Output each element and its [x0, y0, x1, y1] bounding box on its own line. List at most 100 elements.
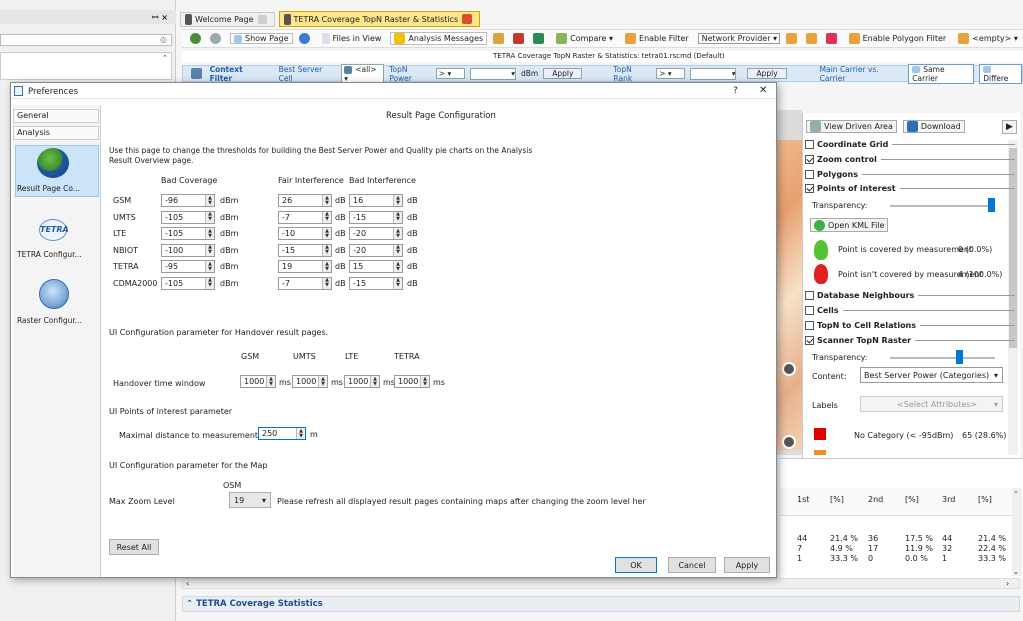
topn-rank-input[interactable]: ▾ [690, 67, 737, 80]
bad-interference-stepper[interactable]: -15 ▲ ▼ [349, 210, 403, 224]
stepper-arrows-icon[interactable]: ▲ ▼ [322, 277, 331, 289]
zoom-control-section[interactable]: Zoom control [805, 153, 1015, 166]
same-carrier-button[interactable]: Same Carrier [908, 63, 975, 84]
stepper-arrows-icon[interactable]: ▲ ▼ [322, 244, 331, 256]
stepper-arrows-icon[interactable]: ▲ ▼ [322, 261, 331, 272]
polygons-checkbox[interactable] [805, 170, 814, 179]
stepper-arrows-icon[interactable]: ▲ ▼ [318, 376, 327, 387]
poi-distance-stepper[interactable]: 250 ▲ ▼ [258, 427, 306, 440]
nav-general[interactable]: General [13, 109, 99, 123]
scroll-left-icon[interactable]: ‹ [186, 579, 189, 588]
nav-tetra-config-label[interactable]: TETRA Configur... [17, 250, 82, 259]
download-button[interactable]: Download [902, 120, 965, 133]
stepper-arrows-icon[interactable]: ▲ ▼ [205, 228, 214, 239]
files-in-view-button[interactable]: Files in View [319, 33, 385, 44]
apply2-button[interactable]: Apply [747, 68, 787, 79]
panel-expand-button[interactable]: ▶ [1002, 120, 1017, 134]
left-dock-field-icon[interactable]: ◎ [160, 35, 167, 44]
bad-interference-stepper[interactable]: -15 ▲ ▼ [349, 276, 403, 290]
zoom-control-checkbox[interactable] [805, 155, 814, 164]
help-button[interactable]: ? [733, 86, 738, 96]
ok-button[interactable]: OK [615, 557, 657, 573]
close-button[interactable]: ✕ [759, 85, 767, 96]
poi-checkbox[interactable] [805, 184, 814, 193]
transparency-slider-track[interactable] [890, 205, 995, 207]
stepper-arrows-icon[interactable]: ▲ ▼ [205, 261, 214, 272]
db-neighbours-checkbox[interactable] [805, 291, 814, 300]
horizontal-scrollbar[interactable] [182, 578, 1020, 589]
handover-stepper[interactable]: 1000 ▲ ▼ [394, 375, 430, 388]
scroll-up-icon[interactable]: ⌃ [162, 54, 168, 62]
stepper-arrows-icon[interactable]: ▲ ▼ [322, 211, 331, 223]
excel-icon[interactable] [533, 33, 545, 44]
transparency-slider-thumb[interactable] [988, 198, 995, 212]
bad-interference-stepper[interactable]: -20 ▲ ▼ [349, 243, 403, 257]
stepper-arrows-icon[interactable]: ▲ ▼ [322, 228, 331, 239]
scroll-right-icon[interactable]: › [1006, 579, 1009, 588]
left-dock-close[interactable]: ꟷ × [152, 12, 168, 23]
network-provider-select[interactable]: Network Provider ▾ [697, 33, 780, 44]
topn-power-op[interactable]: > ▾ [435, 68, 465, 79]
transparency2-slider-track[interactable] [890, 357, 995, 359]
bad-coverage-stepper[interactable]: -95 ▲ ▼ [161, 260, 215, 273]
apply-button[interactable]: Apply [724, 557, 770, 573]
stepper-arrows-icon[interactable]: ▲ ▼ [393, 195, 402, 206]
tab-tetra-coverage[interactable]: TETRA Coverage TopN Raster & Statistics [278, 11, 481, 27]
fair-interference-stepper[interactable]: -10 ▲ ▼ [278, 227, 332, 240]
transparency2-slider-thumb[interactable] [956, 350, 963, 364]
show-page-button[interactable]: Show Page [230, 33, 293, 44]
stats-scrollbar[interactable] [1012, 488, 1022, 576]
forward-icon[interactable] [210, 33, 221, 44]
coordinate-grid-checkbox[interactable] [805, 140, 814, 149]
open-kml-button[interactable]: Open KML File [810, 218, 889, 232]
apply-button[interactable]: Apply [543, 68, 583, 79]
fair-interference-stepper[interactable]: -7 ▲ ▼ [278, 276, 332, 290]
stepper-arrows-icon[interactable]: ▲ ▼ [205, 195, 214, 206]
filter-remove-icon[interactable] [825, 33, 837, 44]
nav-raster-config-label[interactable]: Raster Configur... [17, 316, 82, 325]
zoom-control-icon[interactable] [782, 435, 796, 449]
stepper-arrows-icon[interactable]: ▲ ▼ [420, 376, 429, 387]
cells-checkbox[interactable] [805, 306, 814, 315]
topn-cell-section[interactable]: TopN to Cell Relations [805, 319, 1015, 332]
report-icon[interactable] [493, 33, 505, 44]
filter-icon[interactable] [785, 33, 797, 44]
enable-filter-button[interactable]: Enable Filter [622, 33, 692, 44]
stepper-arrows-icon[interactable]: ▲ ▼ [205, 244, 214, 256]
fair-interference-stepper[interactable]: 19 ▲ ▼ [278, 260, 332, 273]
stepper-arrows-icon[interactable]: ▲ ▼ [393, 228, 402, 239]
left-dock-field[interactable] [0, 34, 172, 46]
bad-interference-stepper[interactable]: 15 ▲ ▼ [349, 260, 403, 273]
stepper-arrows-icon[interactable]: ▲ ▼ [393, 211, 402, 223]
stepper-arrows-icon[interactable]: ▲ ▼ [393, 244, 402, 256]
stepper-arrows-icon[interactable]: ▲ ▼ [296, 428, 305, 439]
nav-analysis[interactable]: Analysis [13, 126, 99, 140]
topn-power-input[interactable]: ▾ [469, 67, 517, 80]
bad-coverage-stepper[interactable]: -105 ▲ ▼ [161, 276, 215, 290]
pdf-icon[interactable] [513, 33, 525, 44]
scroll-up-icon[interactable]: ⌃ [1013, 490, 1019, 498]
tab-welcome[interactable]: Welcome Page [180, 11, 275, 27]
labels-select[interactable]: <Select Attributes> ▾ [860, 396, 1003, 412]
globe-icon[interactable] [298, 33, 310, 44]
polygons-section[interactable]: Polygons [805, 168, 1015, 181]
close-icon[interactable] [257, 14, 267, 24]
cells-section[interactable]: Cells [805, 304, 1015, 317]
handover-stepper[interactable]: 1000 ▲ ▼ [344, 375, 380, 388]
zoom-select[interactable]: 19 ▾ [229, 492, 271, 508]
stepper-arrows-icon[interactable]: ▲ ▼ [205, 211, 214, 223]
stepper-arrows-icon[interactable]: ▲ ▼ [393, 261, 402, 272]
bad-interference-stepper[interactable]: 16 ▲ ▼ [349, 194, 403, 207]
bad-coverage-stepper[interactable]: -105 ▲ ▼ [161, 210, 215, 224]
scroll-down-icon[interactable]: ⌄ [1013, 568, 1019, 576]
coordinate-grid-section[interactable]: Coordinate Grid [805, 138, 1015, 151]
best-server-cell-select[interactable]: <all> ▾ [341, 63, 385, 84]
stepper-arrows-icon[interactable]: ▲ ▼ [266, 376, 275, 387]
handover-stepper[interactable]: 1000 ▲ ▼ [292, 375, 328, 388]
filter-add-icon[interactable] [805, 33, 817, 44]
fair-interference-stepper[interactable]: 26 ▲ ▼ [278, 194, 332, 207]
zoom-control-icon[interactable] [782, 362, 796, 376]
scanner-checkbox[interactable] [805, 336, 814, 345]
back-icon[interactable] [190, 33, 201, 44]
polygon-select[interactable]: <empty> ▾ [955, 33, 1021, 44]
